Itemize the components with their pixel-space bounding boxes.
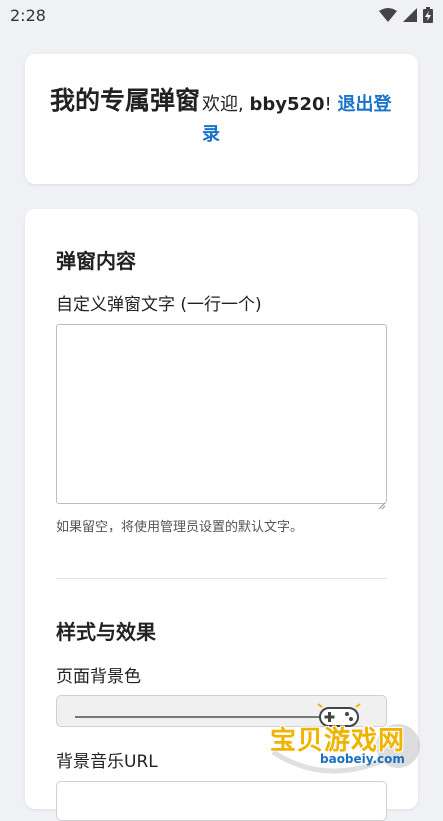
- welcome-exclaim: !: [324, 94, 338, 115]
- status-time: 2:28: [10, 5, 46, 25]
- welcome-text: 欢迎, bby520! 退出登录: [202, 90, 402, 150]
- username: bby520: [249, 94, 325, 115]
- header-card: 我的专属弹窗 欢迎, bby520! 退出登录: [25, 54, 418, 184]
- status-bar: 2:28: [0, 0, 443, 30]
- section-divider: [56, 578, 387, 579]
- style-effects-heading: 样式与效果: [56, 620, 156, 644]
- music-url-input[interactable]: [56, 781, 387, 821]
- wifi-icon: [379, 8, 397, 22]
- bg-color-label: 页面背景色: [56, 667, 141, 687]
- popup-text-input[interactable]: [56, 324, 387, 504]
- popup-text-hint: 如果留空，将使用管理员设置的默认文字。: [56, 520, 304, 535]
- welcome-prefix: 欢迎,: [202, 94, 250, 115]
- resize-grip-icon[interactable]: [378, 495, 386, 510]
- watermark: 宝贝游戏网 baobeiy.com: [268, 700, 438, 785]
- cell-signal-icon: [403, 8, 417, 22]
- page-title: 我的专属弹窗: [50, 86, 201, 115]
- popup-content-heading: 弹窗内容: [56, 249, 136, 273]
- battery-charging-icon: [423, 7, 433, 23]
- watermark-domain: baobeiy.com: [320, 752, 405, 766]
- popup-text-label: 自定义弹窗文字 (一行一个): [56, 295, 262, 315]
- status-icons: [379, 7, 433, 23]
- music-url-label: 背景音乐URL: [56, 752, 158, 772]
